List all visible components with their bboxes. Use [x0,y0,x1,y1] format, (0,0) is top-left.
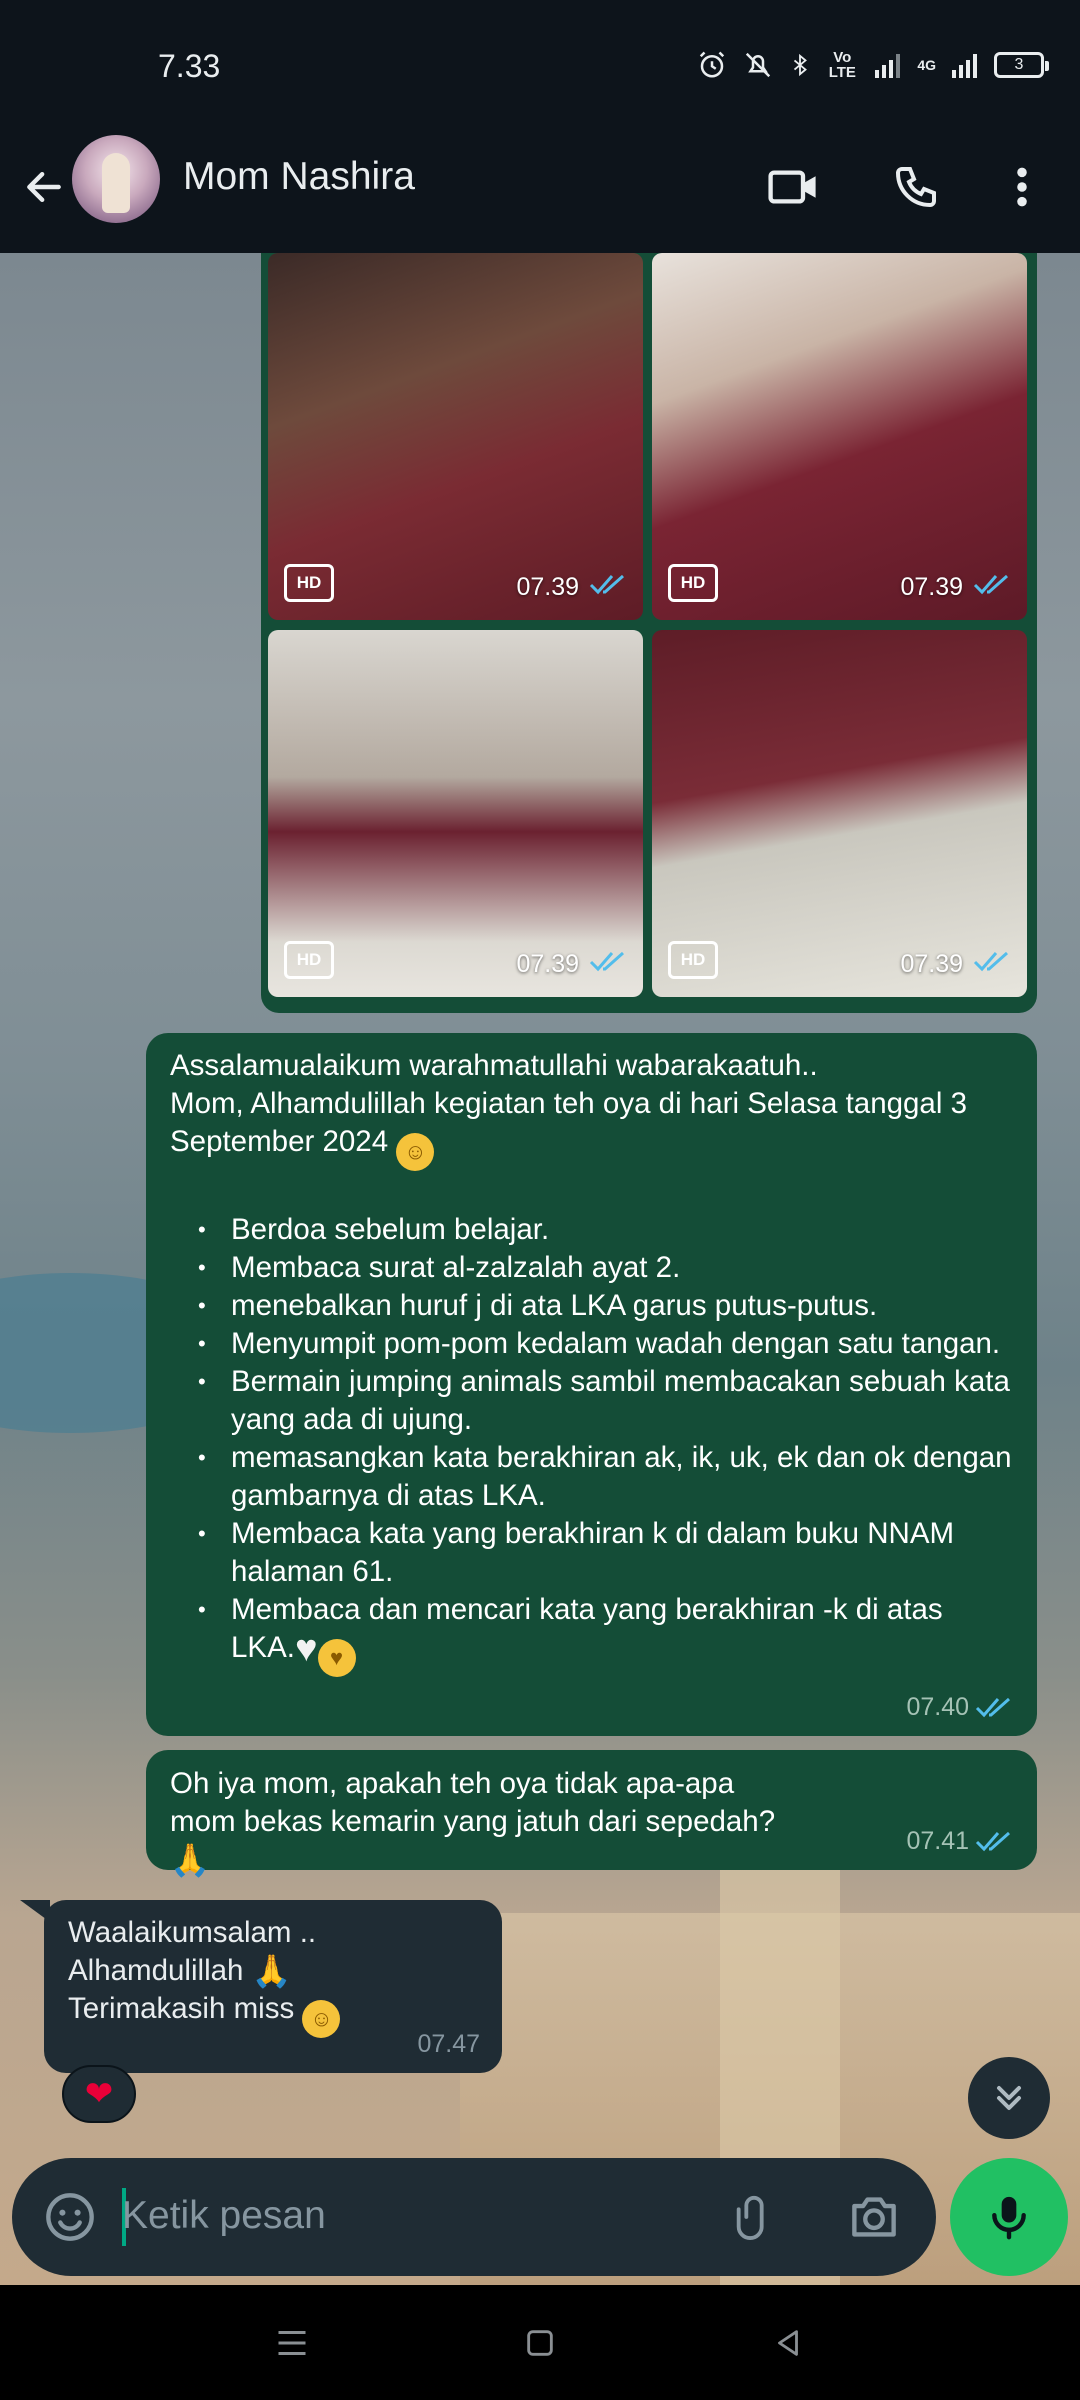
media-tile[interactable]: HD 07.39 [268,630,643,997]
media-time: 07.39 [900,950,963,978]
double-chevron-down-icon [997,2086,1021,2110]
status-time: 7.33 [158,48,221,84]
message-text: Mom, Alhamdulillah kegiatan teh oya di h… [170,1085,1013,1171]
alarm-icon [697,50,727,80]
menu-lines-icon [278,2331,306,2355]
more-options-button[interactable] [990,155,1054,219]
network-type-label: 4G [917,56,936,73]
list-item: memasangkan kata berakhiran ak, ik, uk, … [170,1439,1013,1515]
smiling-emoji-icon: ☺ [396,1133,435,1171]
read-ticks-icon [589,948,629,979]
paperclip-icon [736,2195,764,2240]
hd-badge: HD [284,564,334,602]
folded-hands-icon: 🙏 [251,1953,292,1989]
media-time: 07.39 [900,573,963,601]
message-meta: 07.41 [906,1822,1015,1860]
battery-icon: 3 [994,52,1049,78]
message-time: 07.41 [906,1827,969,1855]
list-item: Membaca dan mencari kata yang berakhiran… [170,1591,1013,1677]
message-composer: Ketik pesan [12,2158,936,2276]
attach-button[interactable] [722,2185,786,2249]
media-time: 07.39 [516,950,579,978]
status-bar: 7.33 Vo LTE 4G 3 [0,0,1080,135]
message-meta: 07.40 [906,1688,1015,1726]
recents-button[interactable] [262,2313,322,2373]
back-nav-button[interactable] [758,2313,818,2373]
bluetooth-icon [789,50,811,80]
system-nav-bar [0,2285,1080,2400]
media-tile[interactable]: HD 07.39 [268,253,643,620]
chat-header: Mom Nashira [0,135,1080,253]
read-ticks-icon [975,1697,1010,1718]
message-input[interactable]: Ketik pesan [122,2194,326,2238]
read-ticks-icon [973,948,1013,979]
outgoing-message[interactable]: Oh iya mom, apakah teh oya tidak apa-apa… [146,1750,1037,1878]
list-item: Membaca surat al-zalzalah ayat 2. [170,1249,1013,1287]
signal-icon-2 [950,52,980,78]
incoming-message[interactable]: Waalaikumsalam .. Alhamdulillah 🙏 Terima… [44,1900,502,2073]
hd-badge: HD [668,564,718,602]
smiling-hearts-emoji-icon: ♥ [317,1639,356,1677]
media-time: 07.39 [516,573,579,601]
mute-icon [741,50,775,80]
scroll-to-bottom-button[interactable] [968,2057,1050,2139]
list-item: menebalkan huruf j di ata LKA garus putu… [170,1287,1013,1325]
list-item: Bermain jumping animals sambil membacaka… [170,1363,1013,1439]
media-album-bubble[interactable]: HD 07.39 HD 07.39 HD 07.39 HD 07.39 [261,253,1037,1013]
message-text: Assalamualaikum warahmatullahi wabarakaa… [170,1049,818,1082]
message-meta: 07.47 [417,2025,480,2063]
heart-reaction[interactable]: ❤ [62,2065,136,2123]
camera-icon [852,2197,896,2237]
voice-record-button[interactable] [950,2158,1068,2276]
avatar[interactable] [72,135,160,223]
activity-list: Berdoa sebelum belajar. Membaca surat al… [170,1211,1013,1677]
video-call-button[interactable] [762,155,826,219]
triangle-back-icon [778,2330,798,2356]
list-item: Berdoa sebelum belajar. [170,1211,1013,1249]
chat-area[interactable]: HD 07.39 HD 07.39 HD 07.39 HD 07.39 Assa… [0,253,1080,2285]
back-arrow-icon [27,171,61,203]
read-ticks-icon [589,571,629,602]
emoji-icon [46,2193,94,2241]
signal-icon [873,52,903,78]
square-icon [527,2330,553,2356]
folded-hands-icon: 🙏 [170,1842,210,1878]
emoji-button[interactable] [38,2185,102,2249]
outgoing-message[interactable]: Assalamualaikum warahmatullahi wabarakaa… [146,1033,1037,1736]
hugging-emoji-icon: ☺ [302,2000,341,2038]
media-tile[interactable]: HD 07.39 [652,253,1027,620]
phone-icon [895,167,936,208]
hd-badge: HD [668,941,718,979]
more-vert-icon [1017,167,1027,207]
read-ticks-icon [975,1831,1010,1852]
list-item: Membaca kata yang berakhiran k di dalam … [170,1515,1013,1591]
volte-label: Vo LTE [828,49,856,81]
message-text: Alhamdulillah 🙏 [68,1953,292,1989]
contact-name[interactable]: Mom Nashira [183,155,415,199]
home-button[interactable] [510,2313,570,2373]
status-icons: Vo LTE 4G 3 [697,49,1049,81]
message-text: Waalaikumsalam .. [68,1916,317,1949]
message-time: 07.40 [906,1693,969,1721]
list-item: Menyumpit pom-pom kedalam wadah dengan s… [170,1325,1013,1363]
back-button[interactable] [16,159,72,215]
media-tile[interactable]: HD 07.39 [652,630,1027,997]
hd-badge: HD [284,941,334,979]
battery-level: 3 [1014,56,1024,73]
microphone-icon [992,2196,1026,2240]
voice-call-button[interactable] [884,155,948,219]
white-heart-icon: ♥ [294,1628,318,1670]
camera-button[interactable] [842,2185,906,2249]
read-ticks-icon [973,571,1013,602]
message-text: Oh iya mom, apakah teh oya tidak apa-apa… [170,1767,776,1878]
video-call-icon [768,170,816,204]
message-time: 07.47 [417,2030,480,2058]
